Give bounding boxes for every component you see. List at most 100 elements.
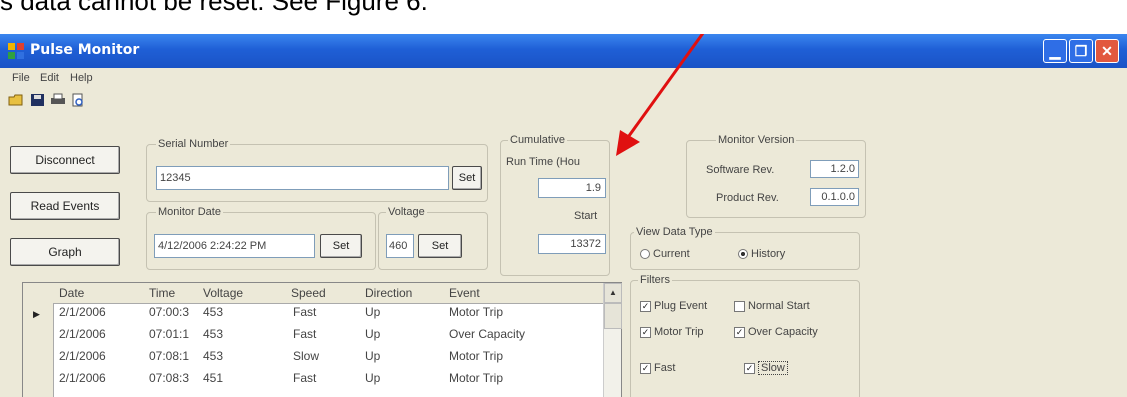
- cell-voltage: 453: [203, 305, 224, 319]
- close-icon: ✕: [1101, 43, 1113, 59]
- title-bar[interactable]: Pulse Monitor ▁ ❐ ✕: [0, 34, 1127, 68]
- scroll-thumb[interactable]: [604, 303, 622, 329]
- filter-normal-start-label: Normal Start: [748, 300, 810, 312]
- minimize-button[interactable]: ▁: [1043, 39, 1067, 63]
- checkbox-checked-icon: ✓: [744, 362, 755, 374]
- voltage-label: Voltage: [386, 206, 427, 218]
- scroll-up-button[interactable]: ▲: [604, 283, 622, 303]
- software-rev-value: 1.2.0: [810, 160, 859, 178]
- filter-over-capacity-label: Over Capacity: [748, 326, 818, 338]
- column-header-time[interactable]: Time: [149, 286, 175, 300]
- cell-direction: Up: [365, 305, 381, 319]
- cell-speed: Slow: [293, 349, 320, 363]
- filter-slow[interactable]: ✓ Slow: [744, 361, 788, 375]
- restore-icon: ❐: [1074, 43, 1088, 59]
- cell-event: Motor Trip: [449, 349, 504, 363]
- software-rev-label: Software Rev.: [706, 164, 775, 176]
- column-header-date[interactable]: Date: [59, 286, 84, 300]
- cumulative-label: Cumulative: [508, 134, 568, 146]
- open-folder-icon[interactable]: [8, 93, 24, 107]
- cell-event: Over Capacity: [449, 327, 526, 341]
- cell-time: 07:00:3: [149, 305, 190, 319]
- table-scrollbar[interactable]: ▲: [603, 283, 622, 397]
- filter-fast-label: Fast: [654, 362, 676, 374]
- checkbox-checked-icon: ✓: [640, 300, 651, 312]
- close-button[interactable]: ✕: [1095, 39, 1119, 63]
- cell-date: 2/1/2006: [59, 305, 106, 319]
- window-title: Pulse Monitor: [30, 42, 140, 58]
- product-rev-value: 0.1.0.0: [810, 188, 859, 206]
- cell-direction: Up: [365, 327, 381, 341]
- minimize-icon: ▁: [1049, 43, 1061, 59]
- cell-date: 2/1/2006: [59, 371, 106, 385]
- column-header-speed[interactable]: Speed: [291, 286, 326, 300]
- cell-speed: Fast: [293, 327, 317, 341]
- radio-history[interactable]: History: [738, 248, 785, 260]
- column-header-voltage[interactable]: Voltage: [203, 286, 243, 300]
- filter-normal-start[interactable]: Normal Start: [734, 300, 810, 312]
- cell-direction: Up: [365, 349, 381, 363]
- checkbox-unchecked-icon: [734, 300, 745, 312]
- filters-group: [630, 280, 860, 397]
- save-icon[interactable]: [30, 93, 46, 107]
- cell-date: 2/1/2006: [59, 327, 106, 341]
- cell-speed: Fast: [293, 371, 317, 385]
- pulse-monitor-window: Pulse Monitor ▁ ❐ ✕ File Edit Help Disco…: [0, 34, 1127, 397]
- table-header: Date Time Voltage Speed Direction Event: [23, 283, 603, 304]
- column-header-direction[interactable]: Direction: [365, 286, 412, 300]
- voltage-input[interactable]: 460: [386, 234, 414, 258]
- filter-over-capacity[interactable]: ✓ Over Capacity: [734, 326, 818, 338]
- checkbox-checked-icon: ✓: [734, 326, 745, 338]
- cell-time: 07:08:3: [149, 371, 190, 385]
- app-icon: [8, 43, 24, 59]
- checkbox-checked-icon: ✓: [640, 326, 651, 338]
- read-events-button[interactable]: Read Events: [10, 192, 120, 220]
- monitor-date-label: Monitor Date: [156, 206, 223, 218]
- serial-number-label: Serial Number: [156, 138, 231, 150]
- radio-selected-icon: [738, 249, 748, 260]
- table-row[interactable]: 2/1/2006 07:01:1 453 Fast Up Over Capaci…: [53, 327, 603, 345]
- serial-set-button[interactable]: Set: [452, 166, 482, 190]
- print-icon[interactable]: [50, 93, 66, 107]
- filter-plug-event[interactable]: ✓ Plug Event: [640, 300, 707, 312]
- menu-file[interactable]: File: [12, 72, 30, 84]
- filter-plug-event-label: Plug Event: [654, 300, 708, 312]
- run-time-label: Run Time (Hou: [506, 156, 580, 168]
- filters-label: Filters: [638, 274, 672, 286]
- scroll-up-icon: ▲: [609, 288, 617, 297]
- filter-fast[interactable]: ✓ Fast: [640, 362, 675, 374]
- start-value: 13372: [538, 234, 606, 254]
- serial-number-input[interactable]: 12345: [156, 166, 449, 190]
- menu-help[interactable]: Help: [70, 72, 93, 84]
- checkbox-checked-icon: ✓: [640, 362, 651, 374]
- table-row[interactable]: 2/1/2006 07:00:3 453 Fast Up Motor Trip: [53, 305, 603, 323]
- events-table[interactable]: Date Time Voltage Speed Direction Event …: [22, 282, 622, 397]
- product-rev-label: Product Rev.: [716, 192, 779, 204]
- table-row[interactable]: 2/1/2006 07:08:1 453 Slow Up Motor Trip: [53, 349, 603, 367]
- filter-motor-trip[interactable]: ✓ Motor Trip: [640, 326, 704, 338]
- disconnect-button[interactable]: Disconnect: [10, 146, 120, 174]
- filter-slow-label: Slow: [758, 361, 788, 375]
- graph-button[interactable]: Graph: [10, 238, 120, 266]
- run-time-value: 1.9: [538, 178, 606, 198]
- current-row-icon: ▶: [33, 309, 40, 319]
- cell-time: 07:08:1: [149, 349, 190, 363]
- cell-voltage: 453: [203, 327, 224, 341]
- cell-date: 2/1/2006: [59, 349, 106, 363]
- start-label: Start: [574, 210, 598, 222]
- column-header-event[interactable]: Event: [449, 286, 480, 300]
- radio-current[interactable]: Current: [640, 248, 690, 260]
- monitor-date-input[interactable]: 4/12/2006 2:24:22 PM: [154, 234, 315, 258]
- cell-event: Motor Trip: [449, 371, 504, 385]
- menu-edit[interactable]: Edit: [40, 72, 59, 84]
- radio-unselected-icon: [640, 249, 650, 260]
- voltage-set-button[interactable]: Set: [418, 234, 462, 258]
- filter-motor-trip-label: Motor Trip: [654, 326, 704, 338]
- table-row[interactable]: 2/1/2006 07:08:3 451 Fast Up Motor Trip: [53, 371, 603, 389]
- annotation-arrow-icon: [616, 34, 705, 156]
- print-preview-icon[interactable]: [70, 93, 86, 107]
- maximize-button[interactable]: ❐: [1069, 39, 1093, 63]
- monitor-date-set-button[interactable]: Set: [320, 234, 362, 258]
- cell-event: Motor Trip: [449, 305, 504, 319]
- radio-current-label: Current: [653, 248, 690, 260]
